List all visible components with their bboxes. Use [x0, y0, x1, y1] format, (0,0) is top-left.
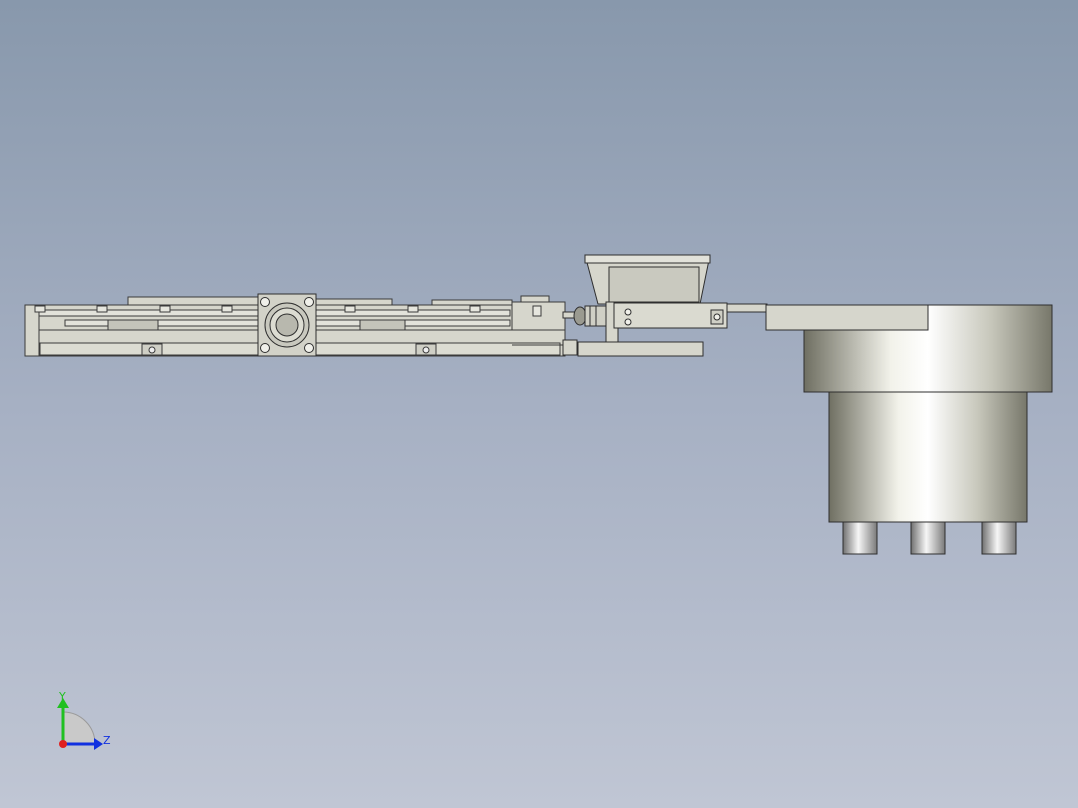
flange-bolt-icon: [260, 343, 270, 353]
triad-xy-plane: [62, 711, 96, 745]
rail-top-cover-left: [127, 296, 259, 306]
fastener: [344, 305, 356, 313]
flange-bore-inner: [275, 313, 299, 337]
rail-connector-tab: [520, 295, 550, 303]
flange-bolt-icon: [260, 297, 270, 307]
hopper-top-rim: [584, 254, 711, 264]
bracket-base-plate: [577, 341, 704, 357]
rod-nut: [573, 306, 587, 326]
fastener: [469, 305, 481, 313]
y-axis-label: Y: [58, 690, 66, 703]
bowl-rim-overlay: [765, 304, 929, 331]
foot-bolt: [422, 346, 430, 354]
rail-slot-right: [359, 319, 406, 331]
rod-end: [562, 339, 578, 356]
cad-viewport[interactable]: Y Z: [0, 0, 1078, 808]
foot-bolt: [148, 346, 156, 354]
rail-slot-left: [107, 319, 159, 331]
rail-top-cover-right: [431, 299, 513, 306]
fastener: [407, 305, 419, 313]
bracket-arm: [613, 302, 728, 329]
bracket-bolt-icon: [624, 308, 632, 316]
bowl-foot-pin: [981, 521, 1017, 555]
bowl-lower-base: [828, 391, 1028, 523]
bowl-foot-pin: [910, 521, 946, 555]
hopper-assembly[interactable]: [577, 254, 768, 357]
x-axis-dot-icon: [59, 740, 67, 748]
flange-bolt-icon: [304, 297, 314, 307]
fastener: [221, 305, 233, 313]
bracket-connector: [726, 303, 768, 313]
bracket-bolt-icon: [713, 313, 721, 321]
z-axis-label: Z: [103, 734, 111, 747]
bracket-bolt-icon: [624, 318, 632, 326]
fastener: [96, 305, 108, 313]
rail-top-cover-mid: [315, 298, 393, 306]
vibrator-flange[interactable]: [257, 293, 317, 357]
fastener: [34, 305, 46, 313]
z-axis-arrowhead-icon: [94, 738, 103, 750]
hopper-window: [608, 266, 700, 303]
orientation-triad[interactable]: Y Z: [57, 690, 111, 750]
flange-bolt-icon: [304, 343, 314, 353]
vibratory-bowl-feeder[interactable]: [765, 304, 1053, 555]
fastener: [159, 305, 171, 313]
rail-end-cap: [24, 304, 40, 357]
bowl-foot-pin: [842, 521, 878, 555]
fastener: [532, 305, 542, 317]
